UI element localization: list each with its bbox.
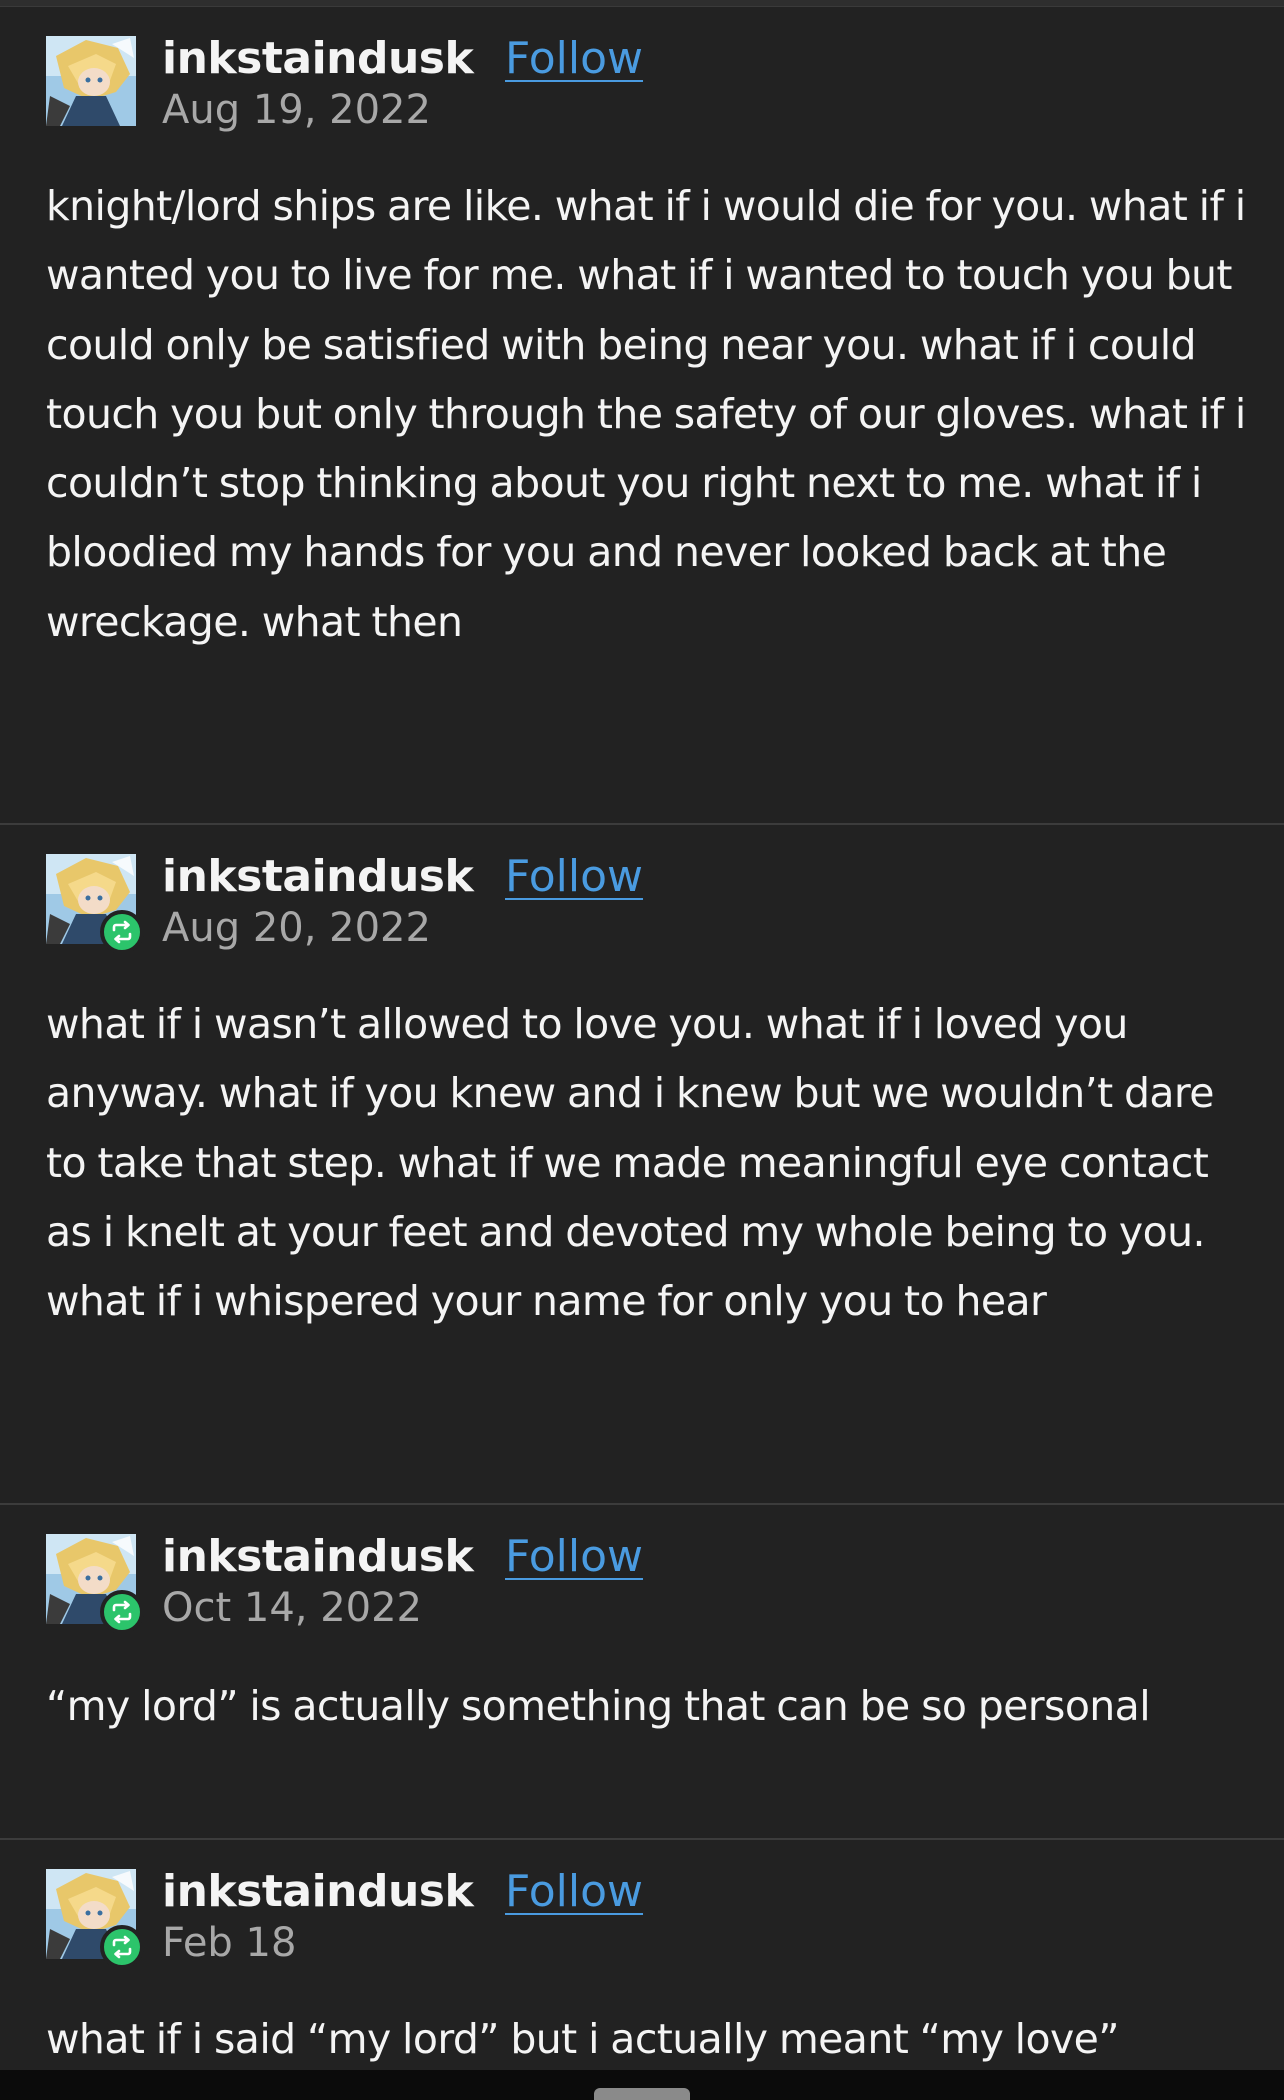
- avatar[interactable]: [46, 1534, 144, 1634]
- username[interactable]: inkstaindusk: [162, 1530, 474, 1584]
- post-header: inkstaindusk Follow Oct 14, 2022: [46, 1530, 1246, 1634]
- post-header: inkstaindusk Follow Aug 20, 2022: [46, 850, 1246, 954]
- username[interactable]: inkstaindusk: [162, 32, 474, 86]
- top-edge: [0, 0, 1284, 7]
- avatar-image-icon: [46, 36, 136, 126]
- post-divider: [0, 823, 1284, 825]
- post-header: inkstaindusk Follow Feb 18: [46, 1865, 1246, 1969]
- post-date: Aug 19, 2022: [162, 87, 431, 133]
- post-date: Oct 14, 2022: [162, 1585, 422, 1631]
- post-divider: [0, 1503, 1284, 1505]
- post-text: knight/lord ships are like. what if i wo…: [46, 182, 1246, 646]
- avatar[interactable]: [46, 854, 144, 954]
- post-date: Feb 18: [162, 1920, 297, 1966]
- post-text: what if i said “my lord” but i actually …: [46, 2015, 1119, 2063]
- follow-link[interactable]: Follow: [505, 1530, 643, 1584]
- home-indicator[interactable]: [594, 2088, 690, 2100]
- follow-link[interactable]: Follow: [505, 32, 643, 86]
- reblog-icon: [100, 910, 144, 954]
- reblog-icon: [100, 1925, 144, 1969]
- reblog-icon: [100, 1590, 144, 1634]
- post-date: Aug 20, 2022: [162, 905, 431, 951]
- username[interactable]: inkstaindusk: [162, 850, 474, 904]
- post-text: what if i wasn’t allowed to love you. wh…: [46, 1000, 1215, 1326]
- avatar[interactable]: [46, 1869, 144, 1969]
- post-text: “my lord” is actually something that can…: [46, 1682, 1151, 1730]
- post-divider: [0, 1838, 1284, 1840]
- follow-link[interactable]: Follow: [505, 1865, 643, 1919]
- follow-link[interactable]: Follow: [505, 850, 643, 904]
- username[interactable]: inkstaindusk: [162, 1865, 474, 1919]
- avatar[interactable]: [46, 36, 136, 126]
- post-header: inkstaindusk Follow Aug 19, 2022: [46, 32, 1246, 133]
